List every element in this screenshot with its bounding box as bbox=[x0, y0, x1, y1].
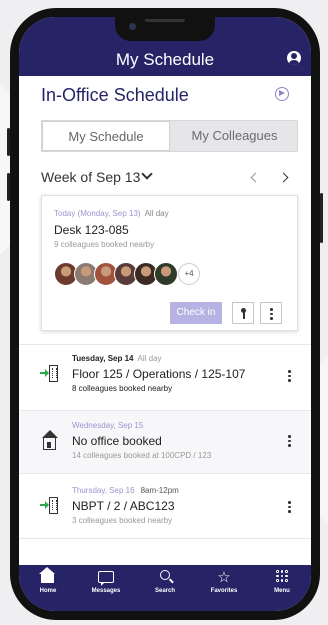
bottom-nav: Home Messages Search ☆ Favorites Menu bbox=[19, 565, 311, 611]
building-icon bbox=[49, 365, 58, 382]
office-checkin-icon bbox=[40, 497, 62, 515]
section-title: In-Office Schedule bbox=[41, 85, 189, 105]
house-shape bbox=[41, 430, 58, 450]
more-options-button[interactable] bbox=[260, 302, 282, 324]
card-allday: All day bbox=[144, 209, 169, 218]
more-vertical-icon bbox=[270, 308, 273, 322]
more-vertical-icon[interactable] bbox=[288, 501, 291, 515]
week-selector[interactable]: Week of Sep 13 bbox=[41, 169, 140, 185]
row-date: Tuesday, Sep 14 All day bbox=[72, 354, 162, 363]
message-icon bbox=[98, 571, 114, 586]
notch bbox=[115, 17, 215, 41]
building-icon bbox=[49, 497, 58, 514]
arrow-in-icon bbox=[40, 501, 49, 509]
office-checkin-icon bbox=[40, 365, 62, 383]
side-button bbox=[7, 173, 10, 201]
row-date: Thursday, Sep 16 8am-12pm bbox=[72, 486, 179, 495]
grid-menu-icon bbox=[276, 570, 288, 582]
list-item[interactable]: Thursday, Sep 16 8am-12pm NBPT / 2 / ABC1… bbox=[19, 474, 311, 538]
row-date-label: Wednesday, Sep 15 bbox=[72, 421, 144, 430]
nav-label: Search bbox=[154, 588, 175, 594]
row-sub: 8 colleagues booked nearby bbox=[72, 384, 173, 393]
row-sub: 3 colleagues booked nearby bbox=[72, 516, 173, 525]
more-vertical-icon[interactable] bbox=[288, 435, 291, 449]
chevron-right-icon[interactable] bbox=[278, 172, 289, 183]
side-button bbox=[7, 128, 10, 156]
nav-label: Menu bbox=[274, 588, 290, 594]
nav-label: Messages bbox=[91, 588, 121, 594]
row-date-label: Thursday, Sep 16 bbox=[72, 486, 135, 495]
nav-menu[interactable]: Menu bbox=[253, 565, 311, 611]
segmented-tabs: My Schedule My Colleagues bbox=[41, 120, 298, 152]
nav-label: Favorites bbox=[210, 588, 238, 594]
nav-label: Home bbox=[39, 588, 57, 594]
divider bbox=[19, 538, 311, 539]
colleagues-count: 9 colleagues booked nearby bbox=[54, 240, 155, 249]
pin-icon-stem bbox=[243, 312, 245, 319]
pin-button[interactable] bbox=[232, 302, 254, 324]
row-date-label: Tuesday, Sep 14 bbox=[72, 354, 134, 363]
nav-search[interactable]: Search bbox=[136, 565, 194, 611]
list-item[interactable]: Wednesday, Sep 15 No office booked 14 co… bbox=[19, 411, 311, 473]
search-icon bbox=[160, 570, 170, 580]
row-title: NBPT / 2 / ABC123 bbox=[72, 499, 175, 513]
tab-my-colleagues[interactable]: My Colleagues bbox=[171, 121, 298, 151]
home-icon bbox=[39, 567, 55, 583]
row-time: 8am-12pm bbox=[140, 486, 179, 495]
camera-dot bbox=[129, 23, 136, 30]
page-title: My Schedule bbox=[115, 50, 215, 69]
phone-screen: My Schedule In-Office Schedule My Schedu… bbox=[19, 17, 311, 611]
more-vertical-icon[interactable] bbox=[288, 370, 291, 384]
speaker bbox=[145, 19, 185, 22]
arrow-in-icon bbox=[40, 369, 49, 377]
today-booking-card[interactable]: Today (Monday, Sep 13) All day Desk 123-0… bbox=[41, 195, 298, 331]
list-item[interactable]: Tuesday, Sep 14 All day Floor 125 / Opera… bbox=[19, 345, 311, 410]
app-header: My Schedule bbox=[19, 17, 311, 76]
check-in-button[interactable]: Check in bbox=[170, 302, 222, 324]
row-date: Wednesday, Sep 15 bbox=[72, 421, 143, 430]
row-title: Floor 125 / Operations / 125-107 bbox=[72, 367, 246, 381]
user-circle-icon[interactable] bbox=[287, 51, 301, 65]
chevron-left-icon[interactable] bbox=[250, 172, 261, 183]
row-sub: 14 colleagues booked at 100CPD / 123 bbox=[72, 451, 212, 460]
home-icon bbox=[40, 430, 62, 451]
card-date: Today (Monday, Sep 13) All day bbox=[54, 209, 169, 218]
more-avatars-badge[interactable]: +4 bbox=[178, 263, 200, 285]
row-time: All day bbox=[137, 354, 162, 363]
card-date-label: Today (Monday, Sep 13) bbox=[54, 209, 141, 218]
tab-my-schedule[interactable]: My Schedule bbox=[42, 121, 170, 151]
chevron-down-icon[interactable] bbox=[141, 168, 153, 180]
nav-favorites[interactable]: ☆ Favorites bbox=[195, 565, 253, 611]
nav-messages[interactable]: Messages bbox=[77, 565, 135, 611]
row-title: No office booked bbox=[72, 434, 162, 448]
nav-home[interactable]: Home bbox=[19, 565, 77, 611]
desk-label: Desk 123-085 bbox=[54, 223, 129, 237]
side-button bbox=[320, 193, 323, 243]
play-circle-icon[interactable] bbox=[275, 87, 289, 101]
avatar[interactable] bbox=[154, 262, 178, 286]
star-icon: ☆ bbox=[217, 568, 231, 586]
